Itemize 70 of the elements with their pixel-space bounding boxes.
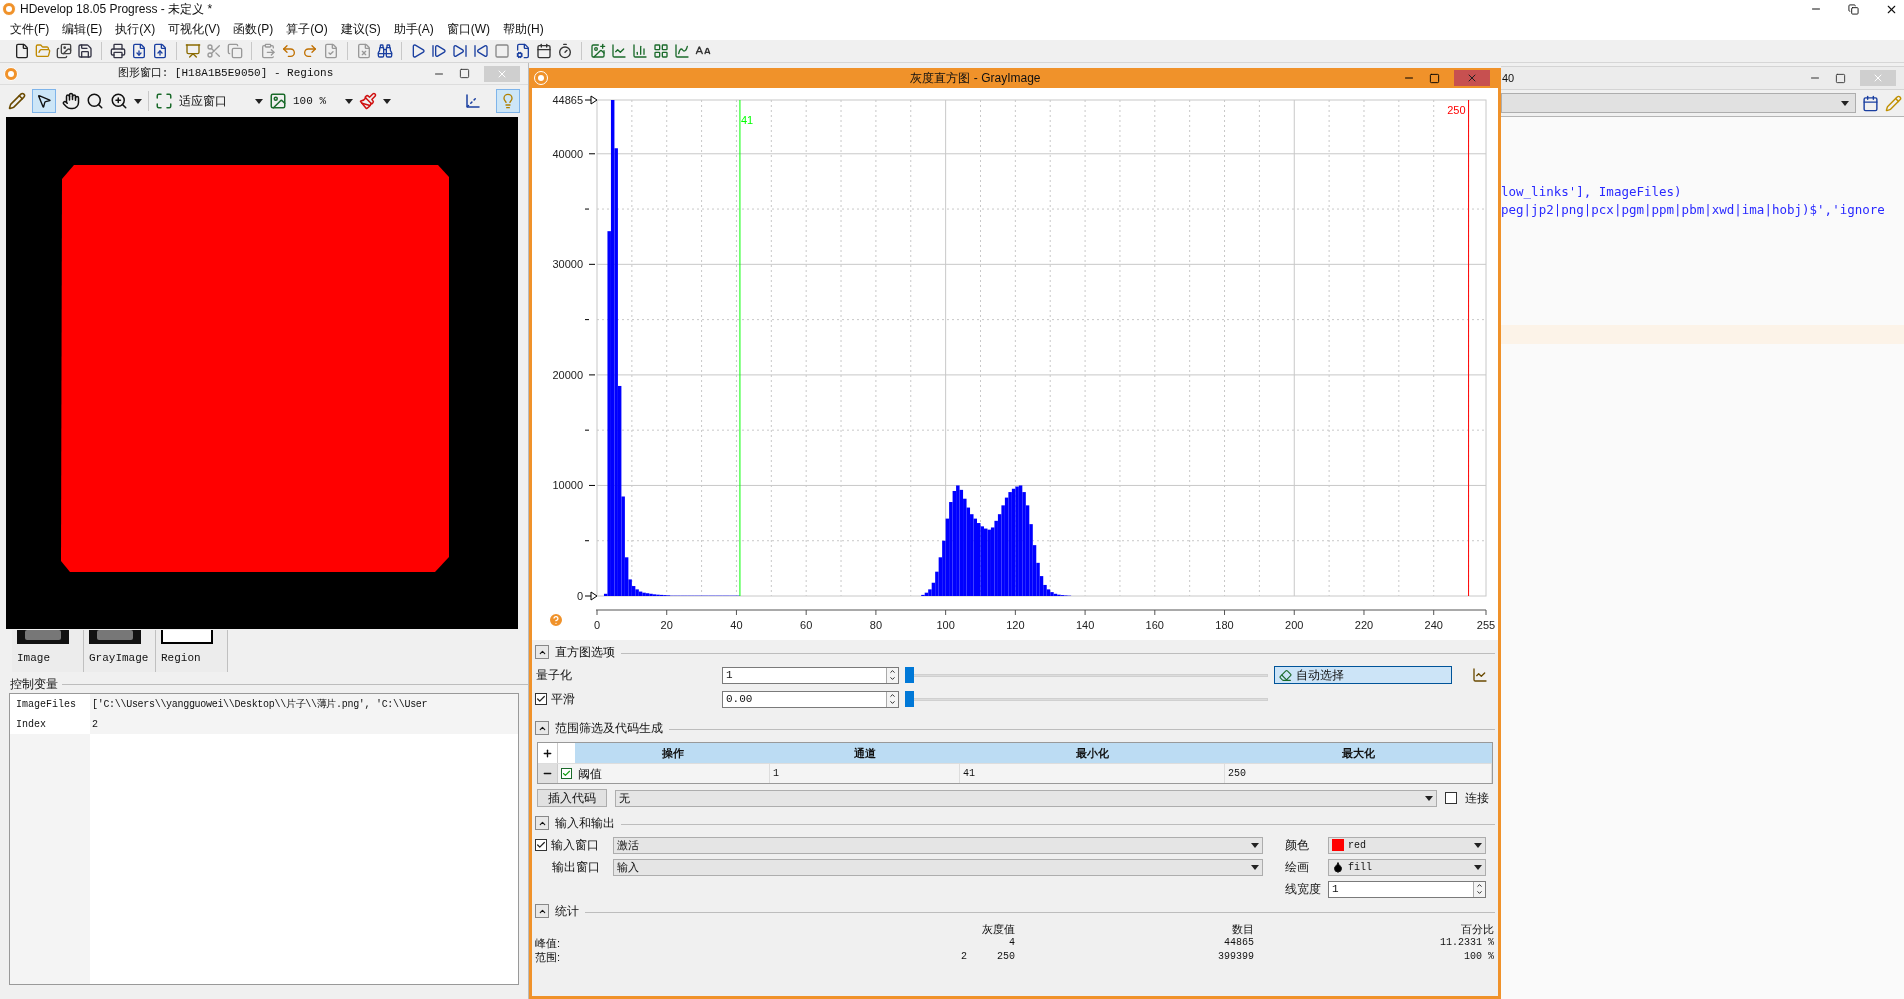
axis-label: 140 (1075, 619, 1095, 631)
stat-value: 100 % (1463, 950, 1494, 964)
row-label: 范围: (535, 950, 562, 964)
dropdown-value: 激活 (617, 837, 639, 853)
field-label: 平滑 (551, 691, 575, 708)
field-label: 输入窗口 (551, 837, 599, 854)
column-header: 最大化 (1341, 745, 1376, 761)
field-label: 线宽度 (1285, 881, 1322, 898)
row-label: 峰值: (535, 936, 562, 950)
section-title: 输入和输出 (555, 815, 615, 832)
field-label: 输出窗口 (551, 859, 601, 876)
checkbox-label: 连接 (1465, 790, 1489, 807)
threshold-label: 41 (740, 114, 754, 126)
section-title: 统计 (555, 903, 579, 920)
column-header: 灰度值 (981, 922, 1015, 936)
column-header: 数目 (1231, 922, 1254, 936)
stat-value: 44865 (1223, 936, 1254, 950)
column-header: 操作 (660, 745, 685, 761)
window-title: HDevelop 18.05 Progress - 未定义 * (20, 1, 213, 18)
axis-label: 80 (869, 619, 883, 631)
axis-label: 255 (1476, 619, 1496, 631)
axis-label: 180 (1215, 619, 1234, 631)
table-cell: 1 (770, 764, 960, 783)
axis-label: 40000 (552, 147, 583, 160)
axis-label: 240 (1424, 619, 1443, 631)
histogram-window-title: 灰度直方图 - GrayImage (909, 70, 1042, 87)
axis-label: 30000 (552, 258, 583, 271)
section-title: 范围筛选及代码生成 (555, 720, 663, 737)
column-header: 最小化 (1075, 745, 1110, 761)
variable-value: ['C:\\Users\\yangguowei\\Desktop\\片子\\薄片.png', 'C:\\User (90, 694, 518, 714)
stat-value: 399399 (1217, 950, 1254, 964)
stat-value: 2 (960, 950, 967, 964)
graphics-window-title: 图形窗口: [H18A1B5E9050] - Regions (116, 66, 335, 82)
panel-title: 控制变量 (10, 676, 58, 693)
axis-label: 10000 (552, 479, 583, 492)
axis-label: 100 (936, 619, 955, 631)
axis-label: 40 (730, 619, 743, 631)
axis-label: 160 (1145, 619, 1164, 631)
axis-label: 44865 (552, 94, 583, 106)
axis-label: 20 (660, 619, 673, 631)
variable-value: 2 (90, 714, 518, 734)
field-label: 颜色 (1285, 837, 1310, 854)
axis-label: 0 (593, 619, 601, 631)
section-title: 直方图选项 (555, 644, 615, 661)
column-header: 通道 (853, 745, 877, 761)
axis-label: 220 (1354, 619, 1374, 631)
variable-name: Index (15, 717, 47, 732)
threshold-label: 250 (1447, 104, 1466, 116)
dropdown-value: red (1348, 838, 1366, 853)
field-label: 量子化 (535, 667, 573, 684)
field-label: 绘画 (1285, 859, 1310, 876)
axis-label: 200 (1285, 619, 1304, 631)
axis-label: 20000 (552, 368, 583, 381)
variable-name: ImageFiles (15, 697, 77, 712)
stat-value: 250 (997, 950, 1015, 964)
code-line: low_links'], ImageFiles) (1501, 183, 1683, 201)
table-cell: 41 (960, 764, 1225, 783)
column-header: 百分比 (1460, 922, 1494, 936)
dropdown-value: fill (1348, 860, 1372, 875)
stat-value: 11.2331 % (1439, 936, 1494, 950)
axis-label: 120 (1006, 619, 1025, 631)
program-window-title: 40 (1502, 70, 1516, 86)
dropdown-value: 无 (619, 790, 630, 806)
table-cell: 阈值 (575, 764, 770, 783)
axis-label: 60 (800, 619, 813, 631)
table-cell: 250 (1225, 764, 1492, 783)
dropdown-value: 输入 (617, 859, 639, 875)
code-line: peg|jp2|png|pcx|pgm|ppm|pbm|xwd|ima|hobj)$','ignore (1501, 201, 1886, 219)
stat-value: 4 (1009, 936, 1015, 950)
axis-label: 0 (576, 590, 583, 602)
